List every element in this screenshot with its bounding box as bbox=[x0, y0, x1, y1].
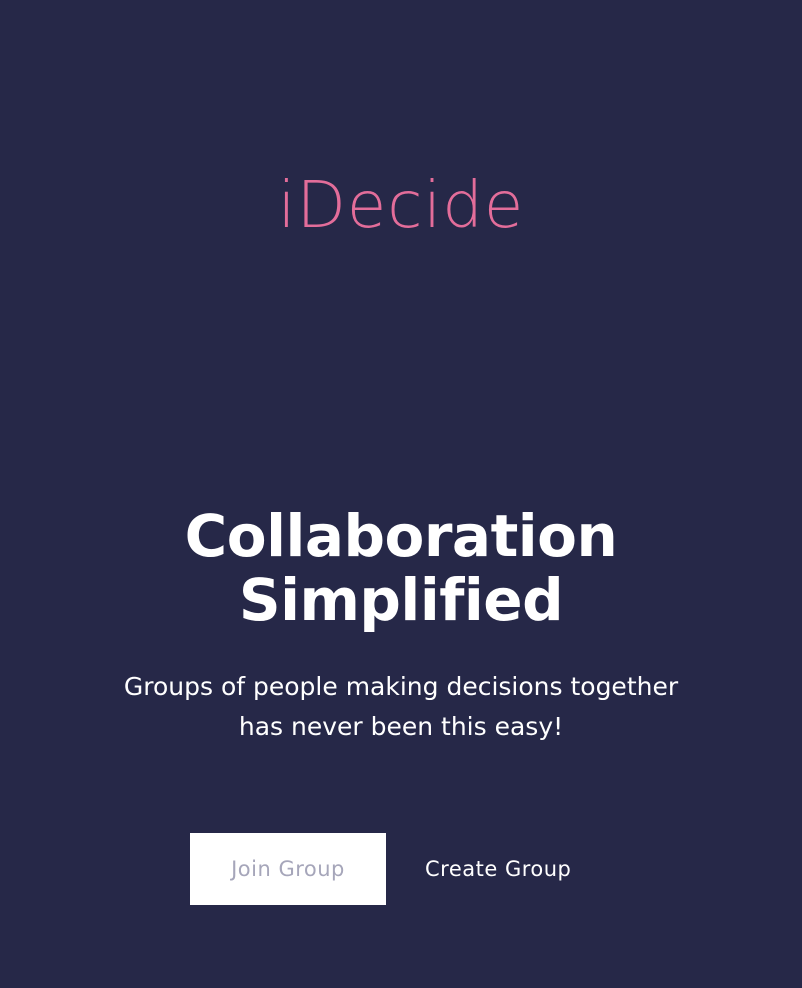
hero-subtitle: Groups of people making decisions togeth… bbox=[0, 667, 802, 747]
create-group-button[interactable]: Create Group bbox=[425, 833, 571, 905]
hero-title-line-2: Simplified bbox=[238, 566, 564, 634]
hero-title-line-1: Collaboration bbox=[184, 502, 618, 570]
hero-title: Collaboration Simplified bbox=[0, 504, 802, 632]
app-logo: iDecide bbox=[277, 169, 525, 243]
action-buttons: Join Group Create Group bbox=[190, 833, 571, 905]
join-group-button[interactable]: Join Group bbox=[190, 833, 386, 905]
hero-subtitle-line-1: Groups of people making decisions togeth… bbox=[123, 672, 679, 701]
hero-subtitle-line-2: has never been this easy! bbox=[238, 712, 564, 741]
